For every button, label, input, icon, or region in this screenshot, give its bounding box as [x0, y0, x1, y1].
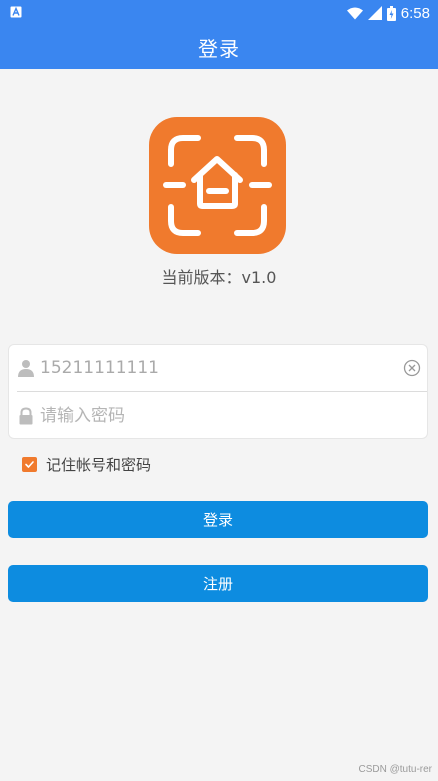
house-scan-icon — [163, 135, 272, 236]
clear-icon[interactable] — [403, 359, 421, 377]
user-icon — [18, 360, 34, 377]
status-time: 6:58 — [400, 4, 430, 22]
username-row — [9, 345, 429, 391]
lock-icon — [19, 407, 33, 425]
wifi-icon — [346, 7, 363, 19]
signal-icon — [367, 6, 382, 20]
status-bar: 6:58 — [0, 0, 438, 25]
page-title: 登录 — [198, 36, 240, 61]
notification-icon — [10, 6, 22, 18]
app-logo — [149, 117, 286, 254]
username-input[interactable] — [40, 353, 403, 383]
login-form — [8, 344, 429, 439]
password-input[interactable] — [40, 401, 429, 431]
remember-option[interactable]: 记住帐号和密码 — [22, 454, 151, 474]
register-button[interactable]: 注册 — [8, 565, 428, 602]
checkmark-icon — [25, 460, 34, 468]
app-bar: 登录 — [0, 25, 438, 69]
field-divider — [17, 391, 427, 392]
remember-checkbox[interactable] — [22, 456, 37, 472]
remember-label: 记住帐号和密码 — [46, 455, 152, 474]
battery-icon — [386, 5, 396, 21]
version-label: 当前版本：v1.0 — [161, 268, 277, 287]
watermark: CSDN @tutu-rer — [358, 764, 433, 775]
password-row — [9, 393, 429, 439]
login-button[interactable]: 登录 — [8, 501, 428, 538]
status-icons: 6:58 — [346, 3, 430, 23]
